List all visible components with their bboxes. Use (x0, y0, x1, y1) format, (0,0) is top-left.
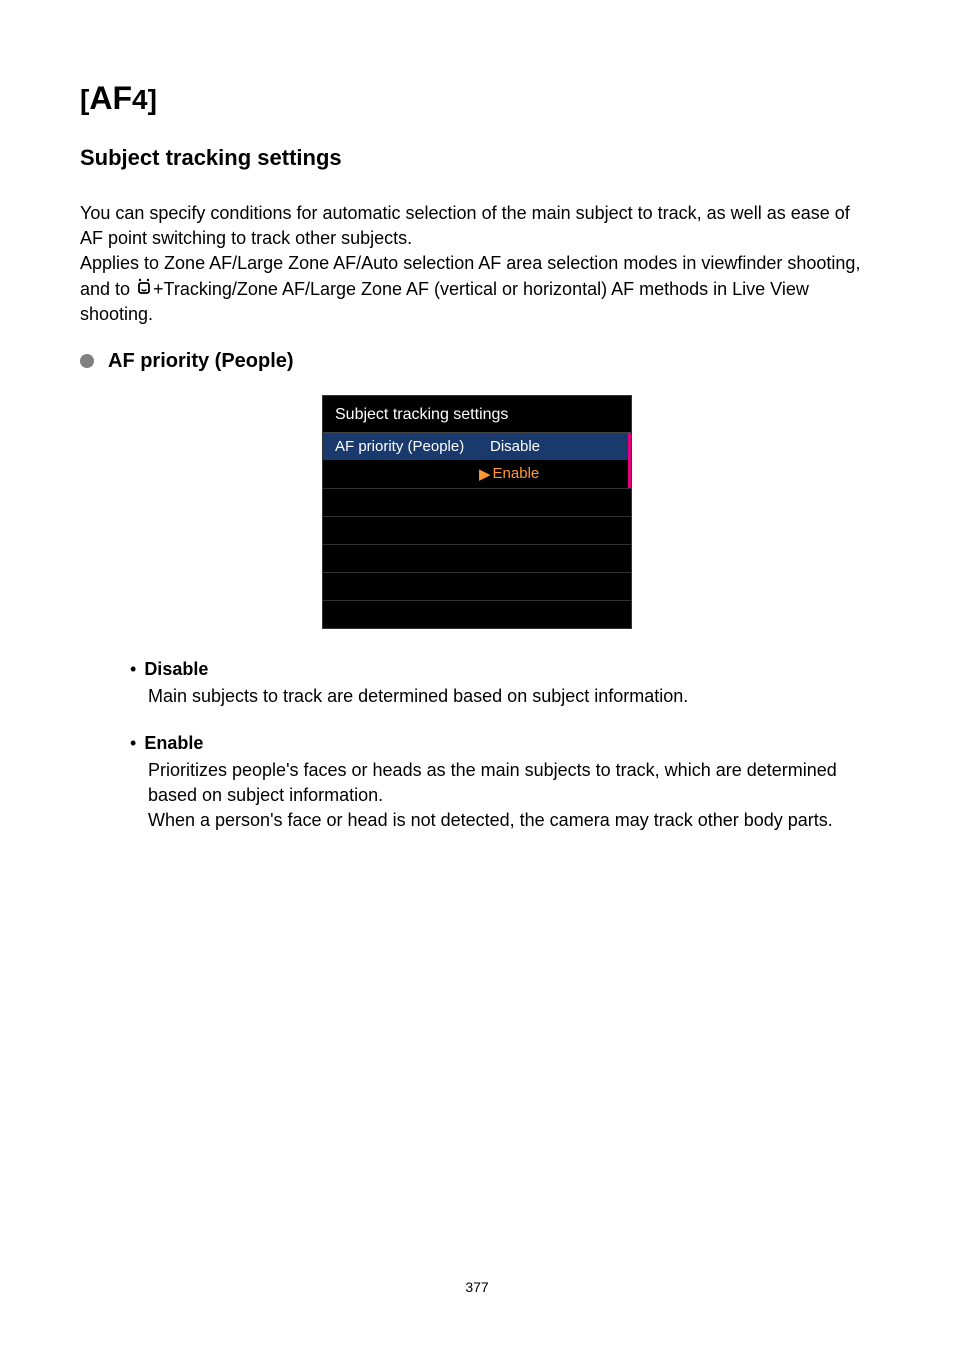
page-title: [AF4] (80, 80, 874, 117)
bullet-icon: • (130, 733, 136, 754)
face-tracking-icon (135, 277, 153, 302)
option-desc-disable: Main subjects to track are determined ba… (130, 684, 874, 709)
intro-paragraph-1: You can specify conditions for automatic… (80, 201, 874, 251)
option-name-disable: Disable (144, 659, 208, 680)
bullet-icon: • (130, 659, 136, 680)
af-num: 4 (132, 84, 148, 115)
camera-menu-empty-row (323, 516, 631, 544)
intro-text-b: +Tracking/Zone AF/Large Zone AF (vertica… (80, 279, 809, 325)
selection-accent (628, 433, 631, 460)
option-bullet-row: • Disable (130, 659, 874, 680)
option-desc-enable: Prioritizes people's faces or heads as t… (130, 758, 874, 834)
selection-accent-2 (628, 460, 631, 488)
camera-menu-footer (323, 600, 631, 628)
option-name-enable: Enable (144, 733, 203, 754)
camera-menu-screenshot: Subject tracking settings AF priority (P… (322, 395, 632, 629)
camera-menu-title: Subject tracking settings (323, 396, 631, 432)
camera-menu-row-label: AF priority (People) (335, 438, 490, 455)
camera-menu-option-row: ▶ Enable (323, 460, 631, 488)
subsection-header: AF priority (People) (80, 350, 874, 373)
subsection-title: AF priority (People) (108, 350, 294, 373)
option-item-enable: • Enable Prioritizes people's faces or h… (130, 733, 874, 834)
section-heading: Subject tracking settings (80, 145, 874, 171)
triangle-indicator-icon: ▶ (479, 465, 491, 483)
bracket-open: [ (80, 84, 89, 115)
camera-menu-empty-row (323, 544, 631, 572)
bracket-close: ] (148, 84, 157, 115)
intro-block: You can specify conditions for automatic… (80, 201, 874, 328)
option-list: • Disable Main subjects to track are det… (80, 659, 874, 834)
camera-menu-empty-row (323, 488, 631, 516)
page-number: 377 (0, 1279, 954, 1295)
option-item-disable: • Disable Main subjects to track are det… (130, 659, 874, 709)
camera-menu-option-disable: Disable (490, 438, 540, 455)
bullet-dot-icon (80, 354, 94, 368)
camera-menu-selected-row: AF priority (People) Disable (323, 433, 631, 460)
option-bullet-row: • Enable (130, 733, 874, 754)
intro-paragraph-2: Applies to Zone AF/Large Zone AF/Auto se… (80, 251, 874, 327)
camera-menu-empty-row (323, 572, 631, 600)
af-text: AF (89, 80, 132, 116)
camera-menu-option-enable: Enable (493, 465, 540, 483)
